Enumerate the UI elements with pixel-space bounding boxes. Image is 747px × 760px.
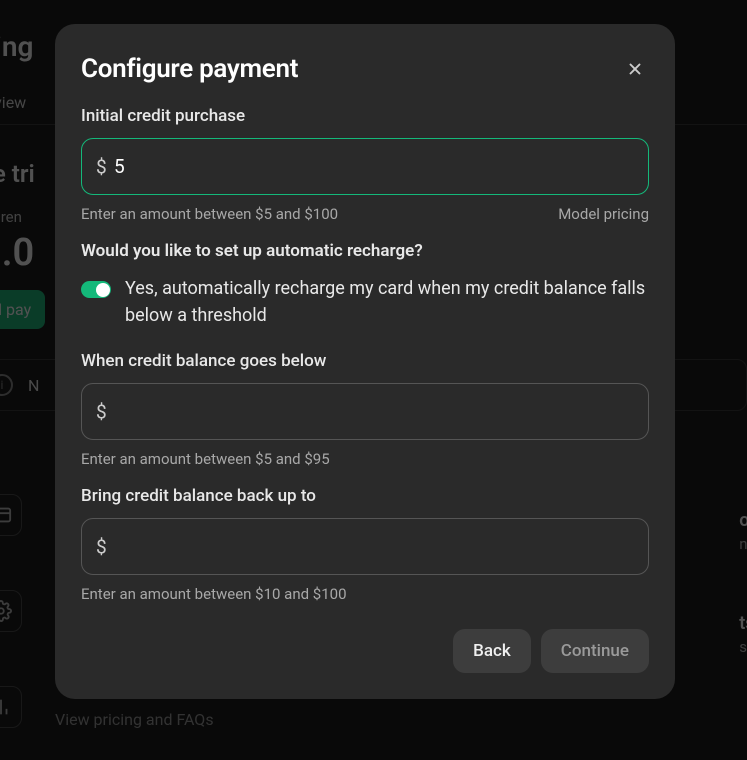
back-button[interactable]: Back bbox=[453, 629, 531, 673]
auto-recharge-question: Would you like to set up automatic recha… bbox=[81, 241, 649, 261]
balance-upto-input[interactable] bbox=[82, 519, 648, 574]
initial-purchase-label: Initial credit purchase bbox=[81, 106, 649, 126]
modal-header: Configure payment bbox=[81, 54, 649, 84]
initial-purchase-input-wrapper[interactable]: $ bbox=[81, 138, 649, 195]
auto-recharge-section: Would you like to set up automatic recha… bbox=[81, 241, 649, 329]
balance-upto-hint: Enter an amount between $10 and $100 bbox=[81, 585, 347, 603]
balance-below-input-wrapper[interactable]: $ bbox=[81, 383, 649, 440]
modal-title: Configure payment bbox=[81, 54, 298, 84]
initial-purchase-field: Initial credit purchase $ Enter an amoun… bbox=[81, 106, 649, 223]
balance-below-input[interactable] bbox=[82, 384, 648, 439]
balance-upto-hint-row: Enter an amount between $10 and $100 bbox=[81, 585, 649, 603]
balance-below-hint-row: Enter an amount between $5 and $95 bbox=[81, 450, 649, 468]
toggle-knob bbox=[96, 283, 110, 297]
balance-upto-field: Bring credit balance back up to $ Enter … bbox=[81, 486, 649, 603]
balance-upto-label: Bring credit balance back up to bbox=[81, 486, 649, 506]
model-pricing-link[interactable]: Model pricing bbox=[558, 205, 649, 223]
continue-button[interactable]: Continue bbox=[541, 629, 649, 673]
dollar-sign-icon: $ bbox=[96, 400, 107, 423]
auto-recharge-toggle-row: Yes, automatically recharge my card when… bbox=[81, 275, 649, 329]
balance-below-field: When credit balance goes below $ Enter a… bbox=[81, 351, 649, 468]
balance-below-hint: Enter an amount between $5 and $95 bbox=[81, 450, 330, 468]
close-icon bbox=[626, 60, 644, 78]
initial-purchase-hint: Enter an amount between $5 and $100 bbox=[81, 205, 338, 223]
dollar-sign-icon: $ bbox=[96, 155, 107, 178]
balance-below-label: When credit balance goes below bbox=[81, 351, 649, 371]
balance-upto-input-wrapper[interactable]: $ bbox=[81, 518, 649, 575]
initial-purchase-hint-row: Enter an amount between $5 and $100 Mode… bbox=[81, 205, 649, 223]
modal-footer: Back Continue bbox=[81, 629, 649, 673]
close-button[interactable] bbox=[621, 55, 649, 83]
initial-purchase-input[interactable] bbox=[82, 139, 648, 194]
auto-recharge-toggle[interactable] bbox=[81, 281, 111, 298]
auto-recharge-label: Yes, automatically recharge my card when… bbox=[125, 275, 649, 329]
configure-payment-modal: Configure payment Initial credit purchas… bbox=[55, 24, 675, 699]
dollar-sign-icon: $ bbox=[96, 535, 107, 558]
